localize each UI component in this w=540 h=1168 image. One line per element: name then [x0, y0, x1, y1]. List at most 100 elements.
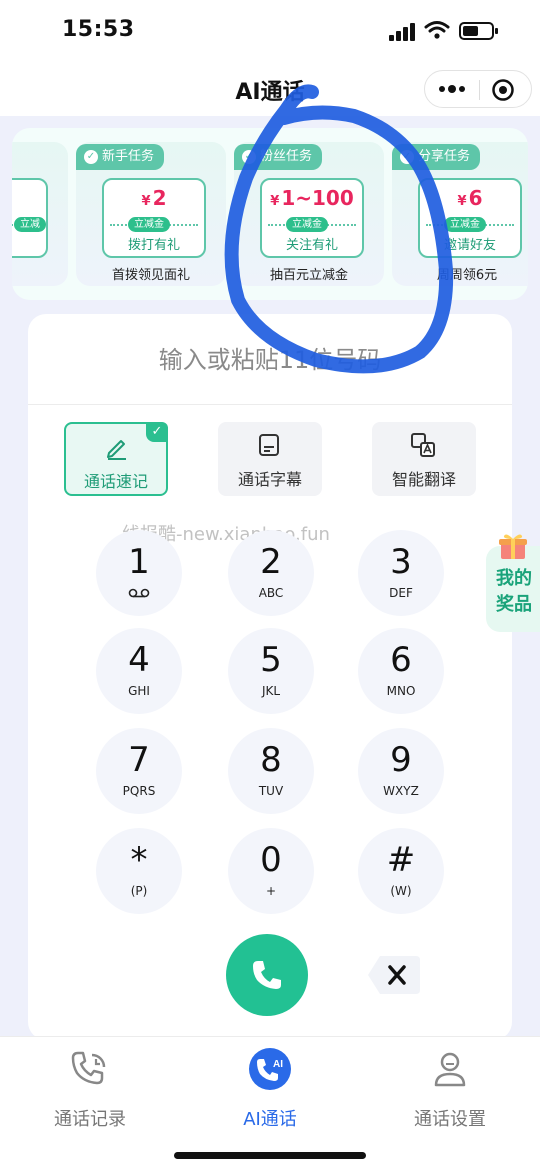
- tab-label: AI通话: [243, 1109, 297, 1130]
- task-tag-label: 分享任务: [418, 149, 471, 164]
- tab-label: 通话记录: [54, 1109, 126, 1130]
- coupon-badge: 立减金: [286, 217, 328, 232]
- key-letters: TUV: [258, 784, 284, 798]
- tab-call-settings[interactable]: 通话设置: [380, 1047, 520, 1137]
- more-icon[interactable]: [437, 79, 467, 99]
- key-digit: 6: [390, 640, 412, 680]
- ai-phone-icon: AI: [249, 1048, 291, 1090]
- amount-value: 6: [468, 186, 483, 210]
- tab-call-history[interactable]: 通话记录: [20, 1047, 160, 1137]
- key-9[interactable]: 9 WXYZ: [358, 728, 444, 814]
- key-5[interactable]: 5 JKL: [228, 628, 314, 714]
- coupon-amount: ¥1~100: [262, 186, 362, 210]
- key-letters: (W): [390, 884, 412, 898]
- currency-symbol: ¥: [141, 194, 151, 209]
- card-caption: 周周领6元: [436, 268, 498, 283]
- cellular-signal-icon: [389, 23, 415, 41]
- tab-ai-call[interactable]: AI AI通话: [200, 1047, 340, 1137]
- feature-label: 智能翻译: [391, 470, 456, 489]
- input-divider: [28, 404, 512, 405]
- key-7[interactable]: 7 PQRS: [96, 728, 182, 814]
- backspace-icon[interactable]: [366, 952, 422, 998]
- close-miniprogram-icon[interactable]: [491, 78, 515, 102]
- battery-icon: [459, 22, 498, 40]
- coupon-action: 关注有礼: [285, 238, 338, 253]
- task-tag: ✓ 分享任务: [392, 144, 481, 170]
- coupon-ticket: ¥1~100 立减金 关注有礼: [260, 178, 364, 258]
- key-1[interactable]: 1: [96, 530, 182, 616]
- key-digit: 7: [128, 740, 150, 780]
- key-letters: ABC: [258, 586, 284, 600]
- coupon-action: 邀请好友: [443, 238, 496, 253]
- coupon-amount: ¥6: [420, 186, 520, 210]
- key-3[interactable]: 3 DEF: [358, 530, 444, 616]
- feature-label: 通话字幕: [237, 470, 302, 489]
- amount-value: 1~100: [281, 186, 354, 210]
- translate-icon: [411, 433, 435, 457]
- key-letters: MNO: [386, 684, 416, 698]
- key-star[interactable]: * (P): [96, 828, 182, 914]
- currency-symbol: ¥: [270, 194, 280, 209]
- coupon-action: 拨打有礼: [127, 238, 180, 253]
- svg-text:AI: AI: [273, 1059, 283, 1070]
- phone-number-input[interactable]: [28, 332, 512, 388]
- task-card-partial[interactable]: 立减金 员 科技: [12, 142, 68, 286]
- task-banner[interactable]: 立减金 员 科技 ✓ 新手任务 ¥2 立减金 拨打有礼 首拨领见面礼 ✓ 粉丝任务 …: [12, 128, 528, 300]
- key-digit: 1: [128, 542, 150, 582]
- key-8[interactable]: 8 TUV: [228, 728, 314, 814]
- coupon-badge: 立减金: [128, 217, 170, 232]
- key-letters: GHI: [128, 684, 150, 698]
- phone-history-icon: [71, 1051, 106, 1085]
- key-digit: 0: [260, 840, 282, 880]
- key-letters: PQRS: [122, 784, 156, 798]
- prize-label-line1: 我的: [496, 568, 532, 589]
- task-tag-label: 新手任务: [102, 149, 155, 164]
- card-caption: 抽百元立减金: [269, 268, 348, 283]
- key-4[interactable]: 4 GHI: [96, 628, 182, 714]
- dialer-panel: 通话速记 ✓ 通话字幕 智能翻译 线报酷-new.xianbao.fun 1 2…: [28, 314, 512, 1040]
- feature-call-subtitles[interactable]: 通话字幕: [218, 422, 322, 496]
- feature-call-notes[interactable]: 通话速记 ✓: [64, 422, 168, 496]
- wifi-icon: [424, 21, 450, 39]
- key-letters: JKL: [261, 684, 281, 698]
- coupon-ticket: ¥6 立减金 邀请好友: [418, 178, 522, 258]
- key-letters: (P): [130, 884, 148, 898]
- my-prizes-button[interactable]: 我的 奖品: [486, 534, 540, 632]
- mini-program-capsule: [424, 70, 532, 108]
- voicemail-icon: [128, 588, 150, 598]
- call-button[interactable]: [226, 934, 308, 1016]
- key-digit: 8: [260, 740, 282, 780]
- task-tag: ✓ 新手任务: [76, 144, 165, 170]
- key-digit: 3: [390, 542, 412, 582]
- task-card-share[interactable]: ✓ 分享任务 ¥6 立减金 邀请好友 周周领6元: [392, 142, 528, 286]
- check-icon: ✓: [84, 150, 98, 164]
- key-letters: WXYZ: [383, 784, 419, 798]
- phone-icon: [253, 961, 281, 989]
- coupon-amount: ¥2: [104, 186, 204, 210]
- user-settings-icon: [434, 1052, 466, 1087]
- task-card-fans[interactable]: ✓ 粉丝任务 ¥1~100 立减金 关注有礼 抽百元立减金: [234, 142, 384, 286]
- key-hash[interactable]: # (W): [358, 828, 444, 914]
- key-0[interactable]: 0 +: [228, 828, 314, 914]
- check-icon: ✓: [400, 150, 414, 164]
- key-digit: 9: [390, 740, 412, 780]
- task-tag-label: 粉丝任务: [260, 149, 313, 164]
- coupon-badge: 立减金: [444, 217, 486, 232]
- feature-smart-translate[interactable]: 智能翻译: [372, 422, 476, 496]
- nav-bar: AI通话: [0, 64, 540, 116]
- task-tag: ✓ 粉丝任务: [234, 144, 323, 170]
- key-letters: DEF: [389, 586, 413, 600]
- my-prizes-label: 我的 奖品: [490, 566, 538, 618]
- key-digit: 5: [260, 640, 282, 680]
- status-bar: 15:53: [0, 0, 540, 64]
- key-2[interactable]: 2 ABC: [228, 530, 314, 616]
- gift-icon: [499, 534, 527, 559]
- task-card-newbie[interactable]: ✓ 新手任务 ¥2 立减金 拨打有礼 首拨领见面礼: [76, 142, 226, 286]
- coupon-ticket: ¥2 立减金 拨打有礼: [102, 178, 206, 258]
- key-digit: *: [130, 840, 148, 880]
- pencil-icon: [107, 440, 126, 460]
- status-time: 15:53: [62, 17, 135, 42]
- coupon-ticket: 立减金 员: [12, 178, 48, 258]
- amount-value: 2: [152, 186, 167, 210]
- key-6[interactable]: 6 MNO: [358, 628, 444, 714]
